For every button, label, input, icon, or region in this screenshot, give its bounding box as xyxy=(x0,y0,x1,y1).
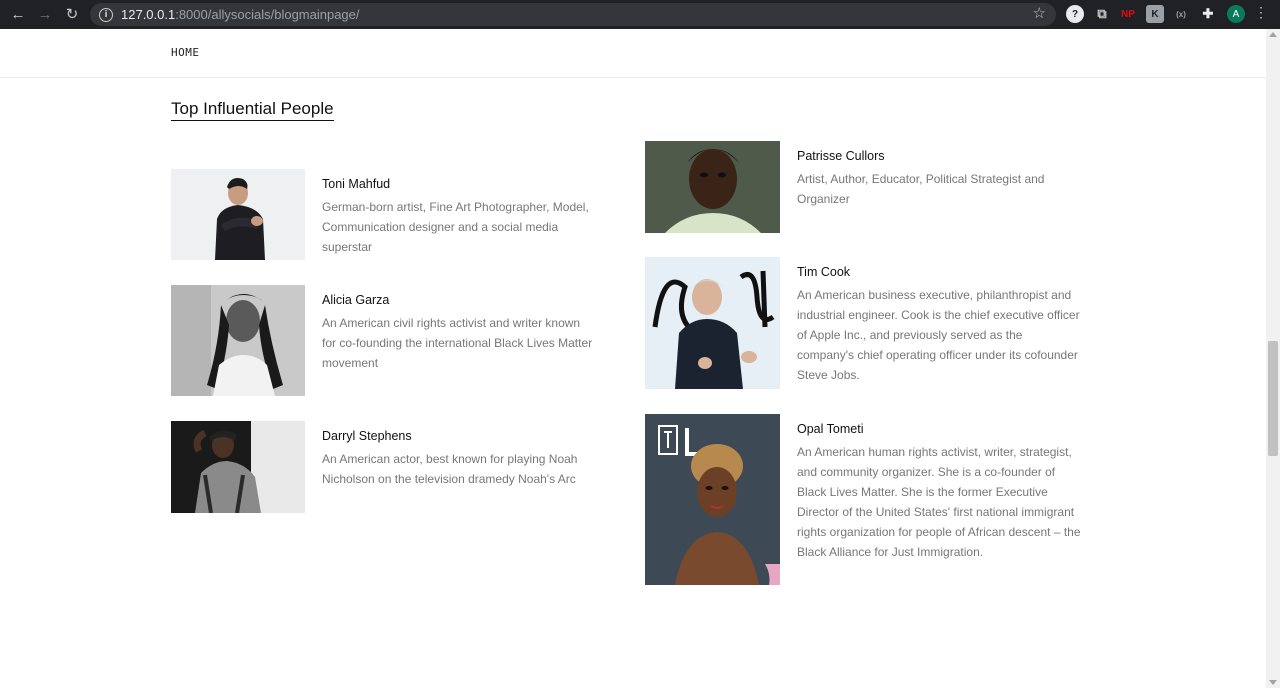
help-extension-icon[interactable]: ? xyxy=(1066,5,1084,23)
site-info-icon[interactable]: i xyxy=(99,7,113,22)
person-name[interactable]: Toni Mahfud xyxy=(322,177,597,191)
person-photo[interactable] xyxy=(645,414,780,585)
copy-extension-glyph: ⧉ xyxy=(1097,6,1107,21)
forward-arrow-icon[interactable]: → xyxy=(34,3,56,25)
person-details: Patrisse Cullors Artist, Author, Educato… xyxy=(797,141,1057,233)
person-details: Darryl Stephens An American actor, best … xyxy=(322,421,582,513)
person-card-toni-mahfud[interactable]: Toni Mahfud German-born artist, Fine Art… xyxy=(171,169,611,260)
opal-tometi-photo-icon xyxy=(645,414,780,585)
person-description: German-born artist, Fine Art Photographe… xyxy=(322,200,589,254)
person-photo[interactable] xyxy=(171,285,305,396)
person-photo[interactable] xyxy=(645,141,780,233)
bracket-extension-glyph: (x) xyxy=(1176,9,1186,19)
person-card-tim-cook[interactable]: Tim Cook An American business executive,… xyxy=(645,257,1085,389)
page-scrollbar[interactable] xyxy=(1266,29,1280,688)
person-photo[interactable] xyxy=(171,421,305,513)
alicia-garza-photo-icon xyxy=(171,285,305,396)
reload-icon[interactable]: ↻ xyxy=(61,3,83,25)
np-extension-glyph: NP xyxy=(1121,8,1135,20)
browser-toolbar: ← → ↻ i 127.0.0.1:8000/allysocials/blogm… xyxy=(0,0,1280,29)
person-name[interactable]: Tim Cook xyxy=(797,265,1082,279)
person-name[interactable]: Patrisse Cullors xyxy=(797,149,1057,163)
person-details: Toni Mahfud German-born artist, Fine Art… xyxy=(322,169,597,260)
url-text[interactable]: 127.0.0.1:8000/allysocials/blogmainpage/ xyxy=(121,7,360,22)
puzzle-extensions-icon[interactable]: ✚ xyxy=(1199,5,1217,23)
person-description: An American civil rights activist and wr… xyxy=(322,316,593,370)
tim-cook-photo-icon xyxy=(645,257,780,389)
person-details: Tim Cook An American business executive,… xyxy=(797,257,1082,389)
person-card-patrisse-cullors[interactable]: Patrisse Cullors Artist, Author, Educato… xyxy=(645,141,1085,233)
person-description: An American business executive, philanth… xyxy=(797,288,1080,382)
profile-avatar-letter: A xyxy=(1232,8,1240,20)
darryl-stephens-photo-icon xyxy=(171,421,305,513)
patrisse-cullors-photo-icon xyxy=(645,141,780,233)
bookmark-star-icon[interactable]: ☆ xyxy=(1033,4,1046,22)
page-content: HOME Top Influential People Toni Mahfud … xyxy=(0,29,1266,688)
person-photo[interactable] xyxy=(171,169,305,260)
person-photo[interactable] xyxy=(645,257,780,389)
help-extension-glyph: ? xyxy=(1071,8,1079,20)
browser-menu-icon[interactable]: ⋮ xyxy=(1254,4,1268,21)
person-card-darryl-stephens[interactable]: Darryl Stephens An American actor, best … xyxy=(171,421,611,513)
nav-home-link[interactable]: HOME xyxy=(171,46,200,59)
person-details: Alicia Garza An American civil rights ac… xyxy=(322,285,597,396)
toni-mahfud-photo-icon xyxy=(171,169,305,260)
person-description: Artist, Author, Educator, Political Stra… xyxy=(797,172,1045,206)
top-navigation: HOME xyxy=(0,29,1266,78)
person-description: An American human rights activist, write… xyxy=(797,445,1081,559)
url-path: :8000/allysocials/blogmainpage/ xyxy=(175,7,360,22)
scroll-down-arrow-icon[interactable] xyxy=(1269,680,1277,685)
np-extension-icon[interactable]: NP xyxy=(1119,5,1137,23)
scrollbar-thumb[interactable] xyxy=(1268,341,1278,456)
person-name[interactable]: Opal Tometi xyxy=(797,422,1082,436)
copy-extension-icon[interactable]: ⧉ xyxy=(1093,5,1111,23)
scroll-up-arrow-icon[interactable] xyxy=(1269,32,1277,37)
puzzle-extensions-glyph: ✚ xyxy=(1202,6,1214,21)
person-card-opal-tometi[interactable]: Opal Tometi An American human rights act… xyxy=(645,414,1085,585)
person-name[interactable]: Darryl Stephens xyxy=(322,429,582,443)
person-name[interactable]: Alicia Garza xyxy=(322,293,597,307)
profile-avatar[interactable]: A xyxy=(1227,5,1245,23)
bracket-extension-icon[interactable]: (x) xyxy=(1172,5,1190,23)
address-bar[interactable]: i 127.0.0.1:8000/allysocials/blogmainpag… xyxy=(90,3,1056,26)
back-arrow-icon[interactable]: ← xyxy=(7,3,29,25)
k-extension-icon[interactable]: K xyxy=(1146,5,1164,23)
person-details: Opal Tometi An American human rights act… xyxy=(797,414,1082,585)
k-extension-glyph: K xyxy=(1151,8,1159,20)
person-description: An American actor, best known for playin… xyxy=(322,452,578,486)
person-card-alicia-garza[interactable]: Alicia Garza An American civil rights ac… xyxy=(171,285,611,396)
url-host: 127.0.0.1 xyxy=(121,7,176,22)
section-title: Top Influential People xyxy=(171,99,334,121)
